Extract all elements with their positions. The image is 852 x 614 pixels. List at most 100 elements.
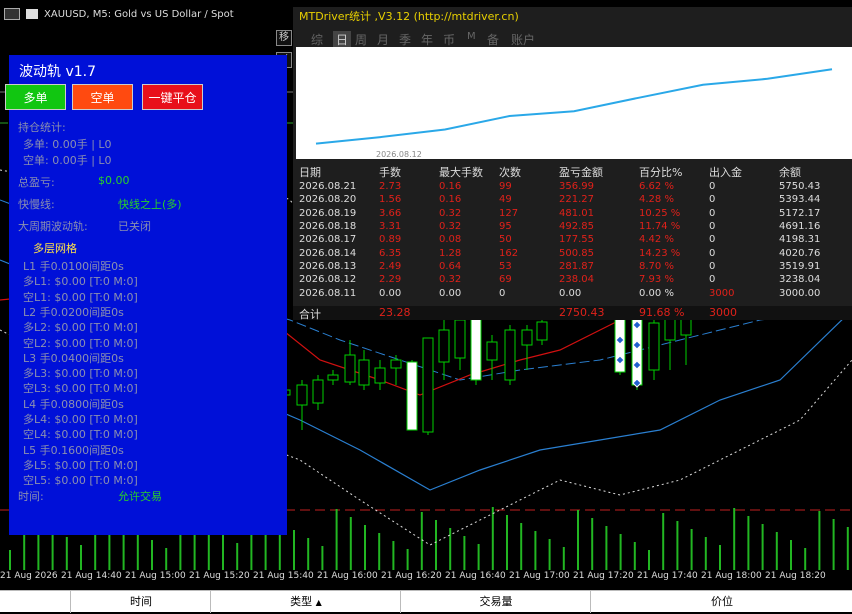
- stats-cell: 0.32: [439, 207, 462, 219]
- terminal-header-bar: 时间 类型 ▲ 交易量 价位: [0, 590, 852, 613]
- chart-title-bar: XAUUSD, M5: Gold vs US Dollar / Spot: [4, 8, 234, 20]
- stats-row: 2026.08.17 0.89 0.08 50 177.55 4.42 % 0 4198.31: [299, 233, 849, 246]
- menu-icon[interactable]: [4, 8, 20, 20]
- chart-type-icon[interactable]: [26, 9, 38, 19]
- stats-cell: 356.99: [559, 181, 594, 193]
- stats-cell: 11.74 %: [639, 221, 681, 233]
- time-axis-label: 21 Aug 17:00: [509, 571, 570, 581]
- stats-cell: 3.66: [379, 207, 402, 219]
- stats-cell: 177.55: [559, 234, 594, 246]
- stats-row: 2026.08.20 1.56 0.16 49 221.27 4.28 % 0 5393.44: [299, 193, 849, 206]
- col-pnl: 盈亏金额: [559, 166, 603, 179]
- daily-stats-table: 日期 手数 最大手数 次数 盈亏金额 百分比% 出入金 余额 2026.08.2…: [299, 164, 849, 300]
- time-axis-label: 21 Aug 15:20: [189, 571, 250, 581]
- col-volume[interactable]: 交易量: [400, 591, 591, 613]
- stats-cell: 127: [499, 207, 519, 219]
- tab-yearly[interactable]: 年: [421, 31, 433, 48]
- stats-cell: 2026.08.17: [299, 234, 357, 246]
- stats-cell: 0.08: [439, 234, 462, 246]
- time-axis-label: 21 Aug 16:00: [317, 571, 378, 581]
- candle-body: [504, 329, 516, 381]
- stats-cell: 481.01: [559, 207, 594, 219]
- stats-cell: 69: [499, 274, 512, 286]
- grid-line-item: 空L4: $0.00 [T:0 M:0]: [23, 428, 138, 442]
- grid-line-item: L1 手0.0100间距0s: [23, 260, 124, 273]
- stats-cell: 8.70 %: [639, 260, 674, 272]
- stats-cell: 50: [499, 234, 512, 246]
- stats-cell: 500.85: [559, 247, 594, 259]
- stats-cell: 0.00 %: [639, 287, 674, 299]
- big-cycle-label: 大周期波动轨:: [18, 220, 88, 233]
- stats-cell: 10.25 %: [639, 207, 681, 219]
- stats-cell: 2026.08.19: [299, 207, 357, 219]
- long-button[interactable]: 多单: [5, 84, 66, 110]
- stats-cell: 4020.76: [779, 247, 821, 259]
- stats-cell: 3519.91: [779, 260, 821, 272]
- stats-row: 2026.08.12 2.29 0.32 69 238.04 7.93 % 0 3238.04: [299, 273, 849, 286]
- tab-account[interactable]: 账户: [511, 31, 535, 48]
- time-axis-label: 21 Aug 14:40: [61, 571, 122, 581]
- grid-line-item: L2 手0.0200间距0s: [23, 305, 124, 319]
- tab-monthly[interactable]: 月: [377, 31, 389, 48]
- stats-cell: 7.93 %: [639, 274, 674, 286]
- time-axis-label: 21 Aug 16:40: [445, 571, 506, 581]
- total-pct: 91.68 %: [639, 306, 685, 319]
- stats-cell: 4691.16: [779, 221, 821, 233]
- stats-cell: 0.16: [439, 194, 462, 206]
- stats-cell: 0.00: [439, 287, 462, 299]
- stats-row: 2026.08.11 0.00 0.00 0 0.00 0.00 % 3000 3000.00: [299, 286, 849, 299]
- time-axis-label: 21 Aug 15:40: [253, 571, 314, 581]
- pnl-label: 总盈亏:: [18, 176, 55, 189]
- col-price[interactable]: 价位: [590, 591, 852, 613]
- tab-daily[interactable]: 日: [333, 31, 352, 48]
- total-row: 合计 23.28 2750.43 91.68 % 3000: [293, 306, 852, 321]
- mtdriver-tabs: 综 日 周 月 季 年 币 M 备 账户: [293, 27, 852, 49]
- grid-line-item: 空L3: $0.00 [T:0 M:0]: [23, 382, 138, 396]
- stats-cell: 5172.17: [779, 207, 821, 219]
- tab-summary[interactable]: 综: [311, 31, 323, 48]
- col-type[interactable]: 类型 ▲: [210, 591, 401, 613]
- col-count: 次数: [499, 166, 521, 179]
- tab-m[interactable]: M: [467, 31, 476, 42]
- stats-cell: 162: [499, 247, 519, 259]
- col-max-lots: 最大手数: [439, 166, 483, 179]
- grid-line-item: 多L5: $0.00 [T:0 M:0]: [23, 458, 138, 472]
- drag-handle-button[interactable]: 移: [276, 30, 292, 46]
- grid-line-item: 空L1: $0.00 [T:0 M:0]: [23, 290, 138, 304]
- close-all-button[interactable]: 一键平仓: [142, 84, 203, 110]
- total-deposit: 3000: [709, 306, 737, 319]
- col-type-label: 类型: [290, 595, 313, 608]
- grid-line-item: L3 手0.0400间距0s: [23, 351, 124, 365]
- time-axis-label: 21 Aug 17:40: [637, 571, 698, 581]
- stats-cell: 0: [709, 247, 716, 259]
- total-pnl: 2750.43: [559, 306, 605, 319]
- stats-cell: 2.73: [379, 181, 402, 193]
- stats-cell: 0: [709, 234, 716, 246]
- candle-body: [358, 359, 370, 386]
- col-balance: 余额: [779, 166, 801, 179]
- tab-weekly[interactable]: 周: [355, 31, 367, 48]
- time-axis-label: 21 Aug 18:20: [765, 571, 826, 581]
- stats-cell: 0.32: [439, 221, 462, 233]
- grid-line-item: L5 手0.1600间距0s: [23, 443, 124, 457]
- candle-body: [296, 384, 308, 406]
- stats-cell: 2026.08.13: [299, 260, 357, 272]
- tab-quarterly[interactable]: 季: [399, 31, 411, 48]
- time-label: 时间:: [18, 490, 44, 503]
- col-time[interactable]: 时间: [70, 591, 211, 613]
- time-axis-label: 21 Aug 15:00: [125, 571, 186, 581]
- stats-cell: 0: [709, 207, 716, 219]
- candle-body: [521, 329, 533, 346]
- short-button[interactable]: 空单: [72, 84, 133, 110]
- grid-line-item: 多L3: $0.00 [T:0 M:0]: [23, 367, 138, 381]
- grid-line-item: 空L5: $0.00 [T:0 M:0]: [23, 474, 138, 488]
- stats-cell: 99: [499, 181, 512, 193]
- stats-cell: 2026.08.21: [299, 181, 357, 193]
- tab-backup[interactable]: 备: [487, 31, 499, 48]
- stats-cell: 1.56: [379, 194, 402, 206]
- stats-cell: 0: [709, 221, 716, 233]
- fast-slow-label: 快慢线:: [18, 198, 55, 211]
- tab-currency[interactable]: 币: [443, 31, 455, 48]
- col-deposit: 出入金: [709, 166, 742, 179]
- stats-cell: 492.85: [559, 221, 594, 233]
